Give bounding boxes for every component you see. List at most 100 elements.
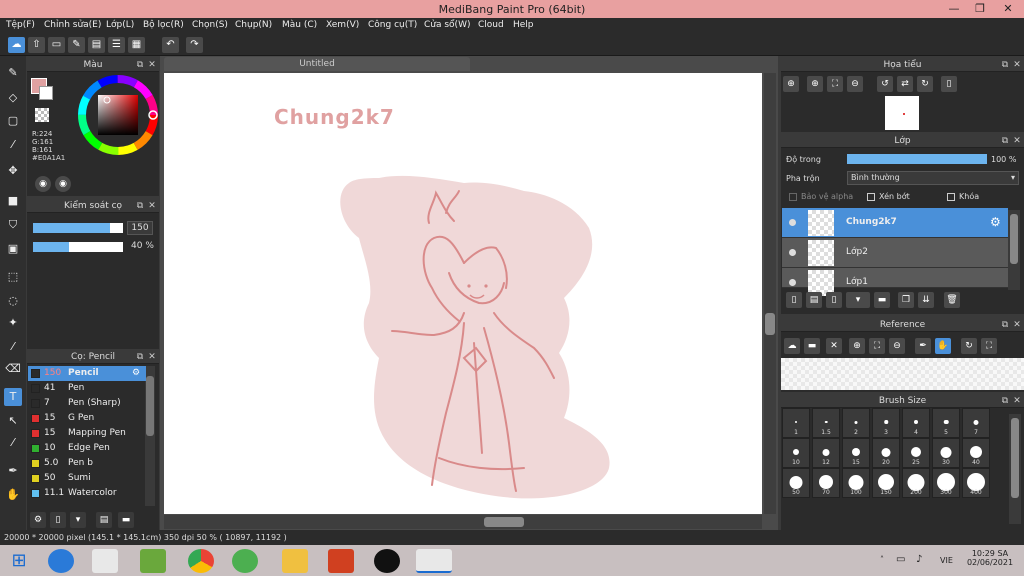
canvas[interactable]: Chung2k7 — [164, 73, 762, 514]
move-tool-icon[interactable]: ✥ — [4, 162, 22, 180]
brush-tool-icon[interactable]: ✎ — [4, 64, 22, 82]
brush-size-cell[interactable]: 40 — [962, 438, 990, 468]
brush-list-item[interactable]: 41 Pen — [28, 381, 146, 396]
zoom-icon[interactable]: ⊕ — [807, 76, 823, 92]
hand-tool-icon[interactable]: ✋ — [4, 486, 22, 504]
menu-help[interactable]: Help — [513, 20, 534, 30]
canvas-horizontal-scrollbar[interactable] — [164, 515, 762, 529]
close-icon[interactable]: ✕ — [147, 350, 157, 364]
bucket-tool-icon[interactable]: ⛉ — [4, 216, 22, 234]
new-brush-icon[interactable]: ▯ — [50, 512, 66, 528]
canvas-vertical-scrollbar[interactable] — [764, 73, 776, 514]
volume-icon[interactable]: ♪ — [916, 554, 922, 565]
rotate-right-icon[interactable]: ↻ — [917, 76, 933, 92]
delete-layer-icon[interactable]: 🗑 — [944, 292, 960, 308]
brush-size-cell[interactable]: 15 — [842, 438, 870, 468]
select-eraser-tool-icon[interactable]: ⌫ — [4, 360, 22, 378]
brush-list-item[interactable]: 15 Mapping Pen — [28, 426, 146, 441]
undock-icon[interactable]: ⧉ — [1000, 134, 1010, 148]
tray-chevron-icon[interactable]: ˄ — [880, 555, 884, 564]
menu-file[interactable]: Tệp(F) — [6, 20, 35, 30]
brush-list-item[interactable]: 5.0 Pen b — [28, 456, 146, 471]
flip-icon[interactable]: ⇄ — [897, 76, 913, 92]
medibang-taskbar-icon[interactable] — [416, 549, 452, 573]
undock-icon[interactable]: ⧉ — [135, 350, 145, 364]
language-indicator[interactable]: VIE — [940, 556, 953, 565]
clipping-checkbox[interactable] — [867, 193, 875, 201]
new-halftone-layer-icon[interactable]: ▤ — [806, 292, 822, 308]
page-list-icon[interactable]: ☰ — [108, 37, 125, 53]
brush-size-cell[interactable]: 7 — [962, 408, 990, 438]
brush-list-item[interactable]: 11.1 Watercolor — [28, 486, 146, 501]
brush-size-cell[interactable]: 10 — [782, 438, 810, 468]
reference-rotate-icon[interactable]: ↻ — [961, 338, 977, 354]
reference-close-icon[interactable]: ✕ — [826, 338, 842, 354]
palette-add-icon[interactable]: ◉ — [55, 176, 71, 192]
gradient-tool-icon[interactable]: ▣ — [4, 240, 22, 258]
close-icon[interactable]: ✕ — [147, 199, 157, 213]
reference-eyedropper-icon[interactable]: ✒ — [915, 338, 931, 354]
brush-size-cell[interactable]: 5 — [932, 408, 960, 438]
brush-size-cell[interactable]: 20 — [872, 438, 900, 468]
redo-icon[interactable]: ↷ — [186, 37, 203, 53]
brush-list-item[interactable]: 15 G Pen — [28, 411, 146, 426]
brush-size-cell[interactable]: 30 — [932, 438, 960, 468]
close-icon[interactable]: ✕ — [1012, 58, 1022, 72]
brush-size-cell[interactable]: 400 — [962, 468, 990, 498]
reference-fit-icon[interactable]: ⛶ — [869, 338, 885, 354]
brush-add-menu-icon[interactable]: ▾ — [70, 512, 86, 528]
text-tool-icon[interactable]: T — [4, 388, 22, 406]
layer-visibility-icon[interactable] — [789, 249, 796, 256]
undock-icon[interactable]: ⧉ — [1000, 58, 1010, 72]
chrome-icon[interactable] — [188, 549, 214, 573]
magic-wand-tool-icon[interactable]: ✦ — [4, 314, 22, 332]
close-icon[interactable]: ✕ — [1012, 318, 1022, 332]
size-slider[interactable] — [33, 223, 123, 233]
brush-list-item[interactable]: 150 Pencil ⚙ — [28, 366, 146, 381]
layer-row[interactable]: Chung2k7 ⚙ — [782, 208, 1008, 238]
share-icon[interactable]: ⇧ — [28, 37, 45, 53]
menu-capture[interactable]: Chụp(N) — [235, 20, 272, 30]
menu-select[interactable]: Chọn(S) — [192, 20, 228, 30]
clock[interactable]: 10:29 SA 02/06/2021 — [964, 549, 1016, 567]
brush-size-cell[interactable]: 150 — [872, 468, 900, 498]
folder-icon[interactable]: ▬ — [874, 292, 890, 308]
brush-list-item[interactable]: 50 Sumi — [28, 471, 146, 486]
menu-layer[interactable]: Lớp(L) — [106, 20, 134, 30]
vertical-scroll-thumb[interactable] — [765, 313, 775, 335]
close-icon[interactable]: ✕ — [1012, 134, 1022, 148]
restore-icon[interactable]: ❐ — [966, 0, 994, 18]
duplicate-layer-icon[interactable]: ❐ — [898, 292, 914, 308]
transparent-color-swatch[interactable] — [35, 108, 49, 122]
brush-size-cell[interactable]: 50 — [782, 468, 810, 498]
coccoc-icon[interactable] — [232, 549, 258, 573]
comment-add-icon[interactable]: ✎ — [68, 37, 85, 53]
brush-size-cell[interactable]: 1 — [782, 408, 810, 438]
zoom-out-icon[interactable]: ⊖ — [847, 76, 863, 92]
brush-list-item[interactable]: 10 Edge Pen — [28, 441, 146, 456]
close-icon[interactable]: ✕ — [1012, 394, 1022, 408]
reference-open-icon[interactable]: ☁ — [784, 338, 800, 354]
brush-settings-icon[interactable]: ⚙ — [132, 366, 140, 381]
brush-size-cell[interactable]: 2 — [842, 408, 870, 438]
grid-icon[interactable]: ▦ — [128, 37, 145, 53]
menu-filter[interactable]: Bộ lọc(R) — [143, 20, 184, 30]
brush-size-cell[interactable]: 25 — [902, 438, 930, 468]
brush-size-cell[interactable]: 3 — [872, 408, 900, 438]
comment-icon[interactable]: ▭ — [48, 37, 65, 53]
brush-size-cell[interactable]: 12 — [812, 438, 840, 468]
reset-view-icon[interactable]: ▯ — [941, 76, 957, 92]
add-layer-menu-icon[interactable]: ▾ — [846, 292, 870, 308]
menu-view[interactable]: Xem(V) — [326, 20, 359, 30]
layer-list-scrollbar[interactable] — [1008, 210, 1020, 290]
minimize-icon[interactable]: — — [940, 0, 968, 18]
reference-reset-icon[interactable]: ⛶ — [981, 338, 997, 354]
brush-folder-icon[interactable]: ▬ — [118, 512, 134, 528]
brush-size-cell[interactable]: 300 — [932, 468, 960, 498]
brush-size-cell[interactable]: 4 — [902, 408, 930, 438]
close-icon[interactable]: ✕ — [147, 58, 157, 72]
lock-checkbox[interactable] — [947, 193, 955, 201]
internet-explorer-icon[interactable] — [48, 549, 74, 573]
brush-size-cell[interactable]: 1.5 — [812, 408, 840, 438]
brush-size-cell[interactable]: 200 — [902, 468, 930, 498]
